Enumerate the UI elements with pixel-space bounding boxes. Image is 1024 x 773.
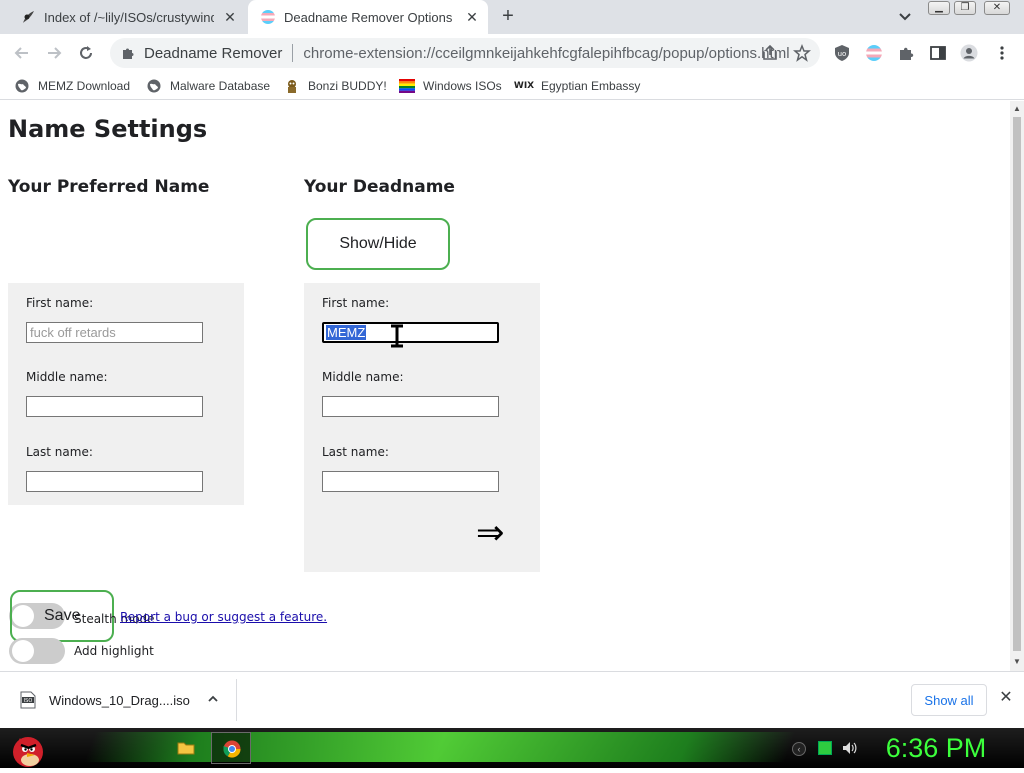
bonzi-icon (284, 78, 300, 94)
tab-title: Deadname Remover Options (284, 9, 453, 25)
taskbar-clock[interactable]: 6:36 PM (880, 730, 992, 766)
download-shelf: ISO Windows_10_Drag....iso Show all ✕ (0, 671, 1024, 728)
bookmark-label: Windows ISOs (423, 79, 502, 93)
preferred-first-label: First name: (26, 296, 94, 310)
deadname-middle-label: Middle name: (322, 370, 404, 384)
bookmark-bonzi-buddy[interactable]: Bonzi BUDDY! (284, 76, 387, 96)
globe-icon (146, 78, 162, 94)
bookmark-label: Malware Database (170, 79, 271, 93)
page-title: Name Settings (8, 115, 208, 143)
svg-text:ISO: ISO (24, 698, 33, 704)
globe-icon (14, 78, 30, 94)
preferred-last-name-input[interactable] (26, 471, 203, 492)
address-divider (292, 44, 294, 62)
arrow-right-icon[interactable]: ⇒ (476, 513, 505, 553)
bookmark-egyptian-embassy[interactable]: WIX Egyptian Embassy (513, 76, 641, 96)
new-tab-button[interactable]: + (498, 6, 518, 27)
network-icon[interactable] (818, 741, 832, 755)
ublock-shield-icon[interactable]: uo (833, 44, 851, 62)
wix-icon: WIX (513, 81, 535, 91)
bookmark-label: MEMZ Download (38, 79, 131, 93)
page-scrollbar[interactable]: ▲ ▼ (1010, 101, 1024, 671)
deadname-remover-extension-icon[interactable] (865, 44, 883, 62)
scroll-up-arrow-icon[interactable]: ▲ (1012, 104, 1022, 114)
volume-icon[interactable] (841, 740, 857, 756)
bookmark-label: Bonzi BUDDY! (308, 79, 387, 93)
bookmark-windows-isos[interactable]: Windows ISOs (399, 76, 502, 96)
report-bug-link[interactable]: Report a bug or suggest a feature. (120, 610, 327, 624)
download-file-name[interactable]: Windows_10_Drag....iso (49, 693, 190, 708)
os-taskbar: ‹ 6:36 PM (0, 728, 1024, 768)
bookmark-malware-database[interactable]: Malware Database (146, 76, 270, 96)
close-window-button[interactable]: ✕ (984, 1, 1010, 15)
kebab-menu-icon[interactable] (993, 44, 1011, 62)
deadname-heading: Your Deadname (304, 177, 455, 197)
reload-icon[interactable] (75, 42, 97, 64)
preferred-last-label: Last name: (26, 445, 93, 459)
angry-bird-start-icon[interactable] (8, 728, 48, 768)
apache-feather-icon (20, 9, 36, 25)
trans-flag-icon (260, 9, 276, 25)
preferred-name-panel: First name: Middle name: Last name: (8, 283, 244, 505)
back-button[interactable] (11, 42, 33, 64)
deadname-middle-name-input[interactable] (322, 396, 499, 417)
iso-file-icon: ISO (20, 691, 36, 709)
tab-search-chevron-icon[interactable] (896, 9, 914, 25)
deadname-first-label: First name: (322, 296, 390, 310)
bookmarks-bar: MEMZ Download Malware Database Bonzi BUD… (0, 72, 1024, 100)
bookmark-memz-download[interactable]: MEMZ Download (14, 76, 130, 96)
tab-index-of-isos[interactable]: Index of /~lily/ISOs/crustywindo ✕ (8, 0, 246, 34)
preferred-middle-label: Middle name: (26, 370, 108, 384)
tab-title: Index of /~lily/ISOs/crustywindo (44, 9, 214, 25)
restore-window-button[interactable]: ❐ (954, 1, 976, 15)
url-text: chrome-extension://cceilgmnkeijahkehfcgf… (303, 44, 790, 62)
deadname-first-name-input[interactable]: MEMZ (322, 322, 499, 343)
svg-text:uo: uo (838, 50, 847, 58)
options-page: Name Settings Your Preferred Name Your D… (0, 101, 1010, 671)
side-panel-icon[interactable] (929, 44, 947, 62)
preferred-first-name-input[interactable] (26, 322, 203, 343)
bookmark-label: Egyptian Embassy (541, 79, 641, 93)
show-hide-button[interactable]: Show/Hide (306, 218, 450, 270)
add-highlight-label: Add highlight (74, 644, 154, 658)
share-icon[interactable] (761, 44, 779, 62)
scrollbar-thumb[interactable] (1013, 117, 1021, 651)
rainbow-flag-icon (399, 78, 415, 94)
preferred-name-heading: Your Preferred Name (8, 177, 210, 197)
add-highlight-toggle[interactable] (9, 638, 65, 664)
profile-avatar-icon[interactable] (960, 44, 978, 62)
tab-strip: Index of /~lily/ISOs/crustywindo ✕ Deadn… (0, 0, 1024, 34)
show-all-button[interactable]: Show all (911, 684, 987, 716)
forward-button[interactable] (43, 42, 65, 64)
tab-deadname-remover-options[interactable]: Deadname Remover Options ✕ (248, 0, 488, 34)
chrome-taskbar-button[interactable] (211, 732, 251, 764)
download-divider (236, 679, 237, 721)
text-cursor-icon (390, 324, 404, 348)
tray-chevron-icon[interactable]: ‹ (792, 742, 806, 756)
site-name: Deadname Remover (144, 44, 283, 62)
deadname-last-name-input[interactable] (322, 471, 499, 492)
extensions-puzzle-icon[interactable] (897, 44, 915, 62)
selected-text: MEMZ (326, 325, 367, 340)
browser-toolbar: Deadname Remover chrome-extension://ccei… (0, 34, 1024, 72)
close-tab-icon[interactable]: ✕ (222, 9, 238, 25)
scroll-down-arrow-icon[interactable]: ▼ (1012, 657, 1022, 667)
folder-icon[interactable] (176, 738, 196, 758)
minimize-window-button[interactable]: ▁ (928, 1, 950, 15)
deadname-last-label: Last name: (322, 445, 389, 459)
bookmark-star-icon[interactable] (793, 44, 811, 62)
close-tab-icon[interactable]: ✕ (464, 9, 480, 25)
close-icon[interactable]: ✕ (998, 690, 1014, 706)
toggle-knob (12, 640, 34, 662)
address-bar[interactable]: Deadname Remover chrome-extension://ccei… (110, 38, 820, 68)
preferred-middle-name-input[interactable] (26, 396, 203, 417)
puzzle-piece-icon (120, 45, 136, 61)
deadname-panel: First name: MEMZ Middle name: Last name:… (304, 283, 540, 572)
chevron-up-icon[interactable] (204, 690, 222, 708)
